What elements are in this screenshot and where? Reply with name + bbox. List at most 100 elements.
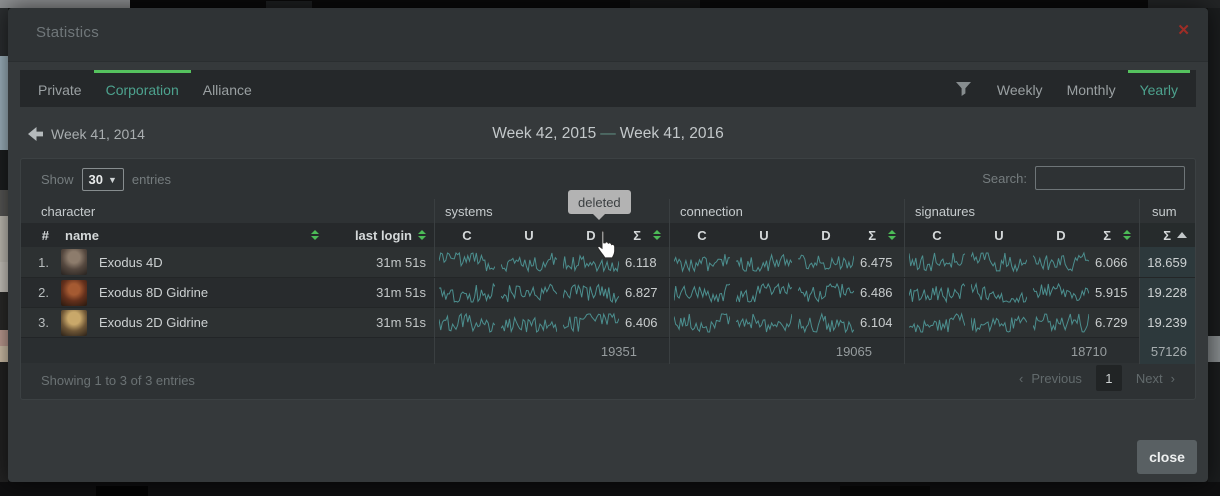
page-size-select[interactable]: 30 ▼: [82, 168, 124, 191]
sparkline-signatures-updated: [971, 312, 1027, 334]
tab-corporation[interactable]: Corporation: [94, 70, 191, 107]
signatures-sum-value: 6.066: [1095, 255, 1128, 270]
pagination: ‹ Previous 1 Next ›: [1019, 365, 1175, 391]
sparkline-systems-updated: [501, 282, 557, 304]
previous-week-label: Week 41, 2014: [51, 126, 145, 142]
tab-private[interactable]: Private: [26, 70, 94, 107]
col-signatures-created[interactable]: C: [909, 228, 965, 243]
background-browser-tab: [0, 0, 130, 8]
tab-alliance[interactable]: Alliance: [191, 70, 264, 107]
grand-total: 57126: [1139, 338, 1195, 364]
show-label: Show: [41, 172, 74, 187]
col-connection-updated[interactable]: U: [736, 228, 792, 243]
last-login-value: 31m 51s: [329, 285, 434, 300]
group-character: character: [21, 204, 95, 219]
sparkline-connection-created: [674, 251, 730, 273]
sparkline-systems-deleted: [563, 312, 619, 334]
tab-monthly[interactable]: Monthly: [1055, 70, 1128, 107]
sparkline-connection-created: [674, 282, 730, 304]
col-signatures-sum[interactable]: Σ: [1095, 228, 1111, 243]
col-systems-created[interactable]: C: [439, 228, 495, 243]
close-button[interactable]: close: [1137, 440, 1197, 474]
sparkline-systems-created: [439, 312, 495, 334]
table-row[interactable]: 3. Exodus 2D Gidrine 31m 51s 6.406: [21, 307, 1195, 337]
systems-sum-value: 6.118: [625, 255, 657, 270]
col-systems-sum[interactable]: Σ: [625, 228, 641, 243]
search-label: Search:: [982, 171, 1027, 186]
sparkline-signatures-updated: [971, 282, 1027, 304]
previous-page-button[interactable]: ‹ Previous: [1019, 371, 1082, 386]
character-name: Exodus 4D: [93, 255, 329, 270]
sparkline-connection-created: [674, 312, 730, 334]
signatures-total: 18710: [909, 344, 1131, 359]
statistics-dialog: Statistics ✕ Private Corporation Allianc…: [8, 8, 1208, 482]
filter-button[interactable]: [942, 70, 985, 107]
background-right-strip: [1208, 8, 1220, 482]
background-top-strip: [0, 0, 1220, 8]
col-name[interactable]: name: [55, 228, 329, 243]
sparkline-systems-updated: [501, 251, 557, 273]
sparkline-connection-updated: [736, 251, 792, 273]
sparkline-signatures-deleted: [1033, 312, 1089, 334]
character-name: Exodus 8D Gidrine: [93, 285, 329, 300]
close-icon[interactable]: ✕: [1177, 21, 1190, 39]
col-connection-sum[interactable]: Σ: [860, 228, 876, 243]
col-connection-created[interactable]: C: [674, 228, 730, 243]
sort-asc-icon: [1177, 232, 1187, 238]
funnel-icon: [956, 82, 971, 96]
dialog-title: Statistics: [36, 24, 99, 41]
background-bottom-strip: [0, 482, 1220, 496]
col-signatures-updated[interactable]: U: [971, 228, 1027, 243]
sort-icon[interactable]: [1123, 230, 1131, 240]
row-total-value: 18.659: [1139, 247, 1195, 277]
scrollbar-thumb[interactable]: [1208, 336, 1220, 362]
sort-icon[interactable]: [311, 230, 319, 240]
col-rank[interactable]: #: [21, 228, 55, 243]
table-row[interactable]: 1. Exodus 4D 31m 51s 6.118: [21, 247, 1195, 277]
table-row[interactable]: 2. Exodus 8D Gidrine 31m 51s 6.827: [21, 277, 1195, 307]
sparkline-connection-deleted: [798, 312, 854, 334]
tab-weekly[interactable]: Weekly: [985, 70, 1055, 107]
sparkline-connection-deleted: [798, 251, 854, 273]
sparkline-signatures-created: [909, 251, 965, 273]
character-name: Exodus 2D Gidrine: [93, 315, 329, 330]
connection-sum-value: 6.104: [860, 315, 893, 330]
connection-sum-value: 6.475: [860, 255, 893, 270]
page-number-button[interactable]: 1: [1096, 365, 1122, 391]
sort-icon[interactable]: [418, 230, 426, 240]
group-signatures: signatures: [909, 204, 975, 219]
col-connection-deleted[interactable]: D: [798, 228, 854, 243]
col-systems-updated[interactable]: U: [501, 228, 557, 243]
sort-icon[interactable]: [653, 230, 661, 240]
table-column-header-row: # name last login C U D: [21, 223, 1195, 247]
next-page-button[interactable]: Next ›: [1136, 371, 1175, 386]
sparkline-systems-created: [439, 282, 495, 304]
search-input[interactable]: [1035, 166, 1185, 190]
previous-week-button[interactable]: Week 41, 2014: [28, 126, 145, 142]
avatar: [61, 249, 87, 275]
col-signatures-deleted[interactable]: D: [1033, 228, 1089, 243]
systems-sum-value: 6.827: [625, 285, 658, 300]
search-control: Search:: [982, 166, 1185, 190]
sparkline-signatures-created: [909, 282, 965, 304]
chevron-down-icon: ▼: [108, 175, 117, 185]
row-total-value: 19.228: [1139, 278, 1195, 308]
group-sum: sum: [1146, 204, 1177, 219]
col-last-login[interactable]: last login: [329, 228, 434, 243]
col-total-sum[interactable]: Σ: [1139, 223, 1195, 247]
col-systems-deleted[interactable]: D: [563, 228, 619, 243]
tab-yearly[interactable]: Yearly: [1128, 70, 1190, 107]
sparkline-systems-deleted: [563, 282, 619, 304]
dialog-header: Statistics ✕: [8, 8, 1208, 62]
background-left-strip: [0, 8, 8, 496]
last-login-value: 31m 51s: [329, 315, 434, 330]
sparkline-systems-deleted: [563, 251, 619, 273]
systems-total: 19351: [439, 344, 661, 359]
sparkline-signatures-deleted: [1033, 251, 1089, 273]
group-systems: systems: [439, 204, 493, 219]
column-tooltip: deleted: [568, 190, 631, 214]
period-tabs: Weekly Monthly Yearly: [942, 70, 1190, 107]
arrow-left-icon: [28, 127, 43, 141]
sort-icon[interactable]: [888, 230, 896, 240]
signatures-subheader: C U D Σ: [904, 223, 1139, 247]
